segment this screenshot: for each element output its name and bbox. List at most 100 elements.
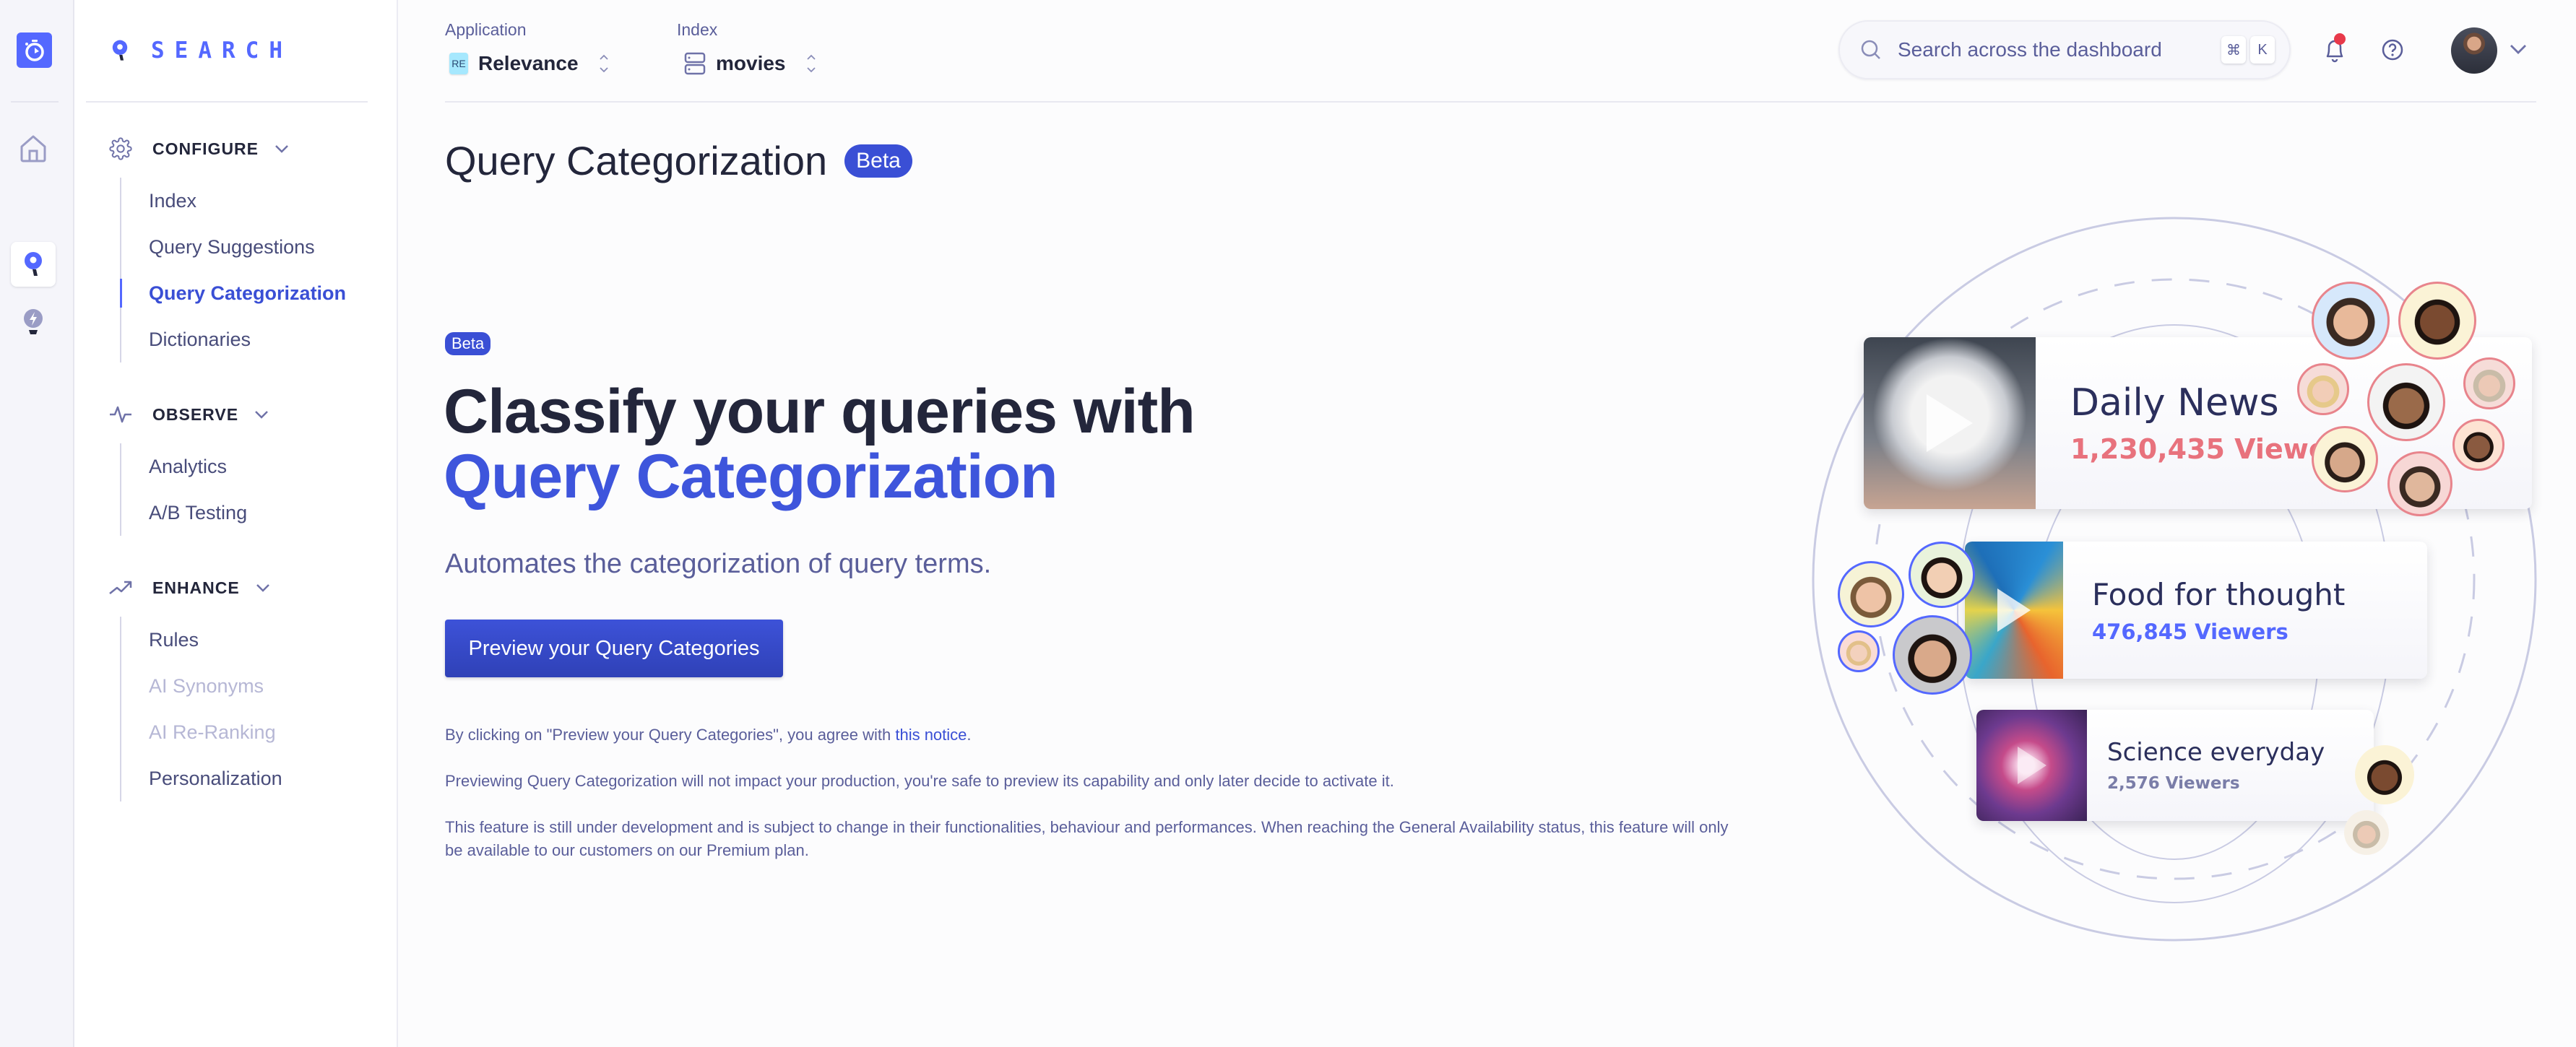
viewer-avatar — [2387, 451, 2452, 516]
rail-divider — [11, 101, 59, 103]
notice-suffix: . — [967, 726, 972, 744]
daily-news-thumbnail — [1864, 337, 2036, 509]
hero-heading-line1: Classify your queries with — [444, 377, 1196, 446]
section-title: CONFIGURE — [152, 139, 259, 158]
viewer-avatar — [2312, 282, 2390, 360]
chevron-down-icon — [256, 584, 269, 592]
hero-heading: Classify your queries with Query Categor… — [444, 377, 1196, 511]
search-placeholder: Search across the dashboard — [1898, 38, 2162, 61]
chevron-down-icon — [275, 145, 288, 153]
play-icon — [1997, 588, 2031, 632]
brand-logo[interactable]: SEARCH — [111, 38, 293, 64]
illustration: Daily News 1,230,435 Viewers Food for th… — [1806, 209, 2576, 953]
index-select[interactable]: movies — [684, 48, 816, 79]
viewer-avatar — [1893, 615, 1972, 695]
help-button[interactable] — [2381, 38, 2404, 61]
viewer-avatar — [2297, 363, 2349, 415]
video-card-science-everyday: Science everyday 2,576 Viewers — [1976, 710, 2374, 821]
hero-beta-badge: Beta — [445, 332, 491, 355]
header-divider — [445, 101, 2536, 103]
sidebar-item-analytics[interactable]: Analytics — [149, 443, 269, 490]
video-card-food-for-thought: Food for thought 476,845 Viewers — [1965, 542, 2427, 679]
dashboard-search[interactable]: Search across the dashboard ⌘ K — [1838, 20, 2291, 79]
sidebar-item-ab-testing[interactable]: A/B Testing — [149, 490, 269, 536]
sidebar-item-query-categorization[interactable]: Query Categorization — [119, 270, 346, 316]
app-rail — [0, 0, 74, 1047]
account-chevron-down-icon[interactable] — [2510, 43, 2527, 55]
sort-chevrons-icon — [599, 54, 608, 73]
hero-heading-line2: Query Categorization — [444, 442, 1058, 511]
notice-prefix: By clicking on "Preview your Query Categ… — [445, 726, 896, 744]
play-icon — [2017, 747, 2046, 784]
search-icon — [1861, 40, 1880, 59]
rail-item-recommend[interactable] — [11, 300, 56, 344]
hero-subtitle: Automates the categorization of query te… — [445, 549, 992, 579]
notifications-button[interactable] — [2323, 33, 2346, 65]
sidebar-item-personalization[interactable]: Personalization — [149, 755, 282, 801]
viewer-avatar — [2344, 810, 2389, 855]
section-enhance-toggle[interactable]: ENHANCE — [109, 573, 282, 602]
pulse-icon — [110, 406, 131, 423]
viewer-avatar — [2398, 282, 2476, 360]
application-value: Relevance — [478, 52, 579, 74]
viewer-avatar — [2463, 357, 2515, 409]
page-title: Query Categorization — [445, 138, 828, 183]
viewer-avatar — [2312, 426, 2378, 492]
card-title: Science everyday — [2107, 738, 2325, 767]
section-title: OBSERVE — [152, 404, 239, 424]
help-icon — [2382, 39, 2403, 61]
section-enhance: ENHANCE Rules AI Synonyms AI Re-Ranking … — [109, 573, 282, 801]
database-icon — [684, 52, 706, 75]
development-note: This feature is still under development … — [445, 818, 1729, 859]
card-viewers: 2,576 Viewers — [2107, 774, 2240, 793]
notice-text: By clicking on "Preview your Query Categ… — [445, 724, 1745, 747]
application-select[interactable]: RE Relevance — [449, 48, 609, 79]
chevron-down-icon — [255, 411, 268, 419]
section-configure-toggle[interactable]: CONFIGURE — [109, 134, 346, 163]
notice-link[interactable]: this notice — [895, 726, 967, 744]
user-avatar[interactable] — [2451, 27, 2497, 74]
sort-chevrons-icon — [806, 54, 816, 73]
food-thumbnail — [1965, 542, 2063, 679]
search-pin-icon — [112, 40, 128, 61]
rail-item-home[interactable] — [11, 126, 56, 171]
preview-query-categories-button[interactable]: Preview your Query Categories — [445, 620, 783, 677]
viewer-avatar — [1838, 561, 1904, 627]
shortcut-key-k: K — [2250, 36, 2275, 64]
page-title-row: Query Categorization Beta — [445, 137, 912, 184]
sidebar-item-dictionaries[interactable]: Dictionaries — [149, 316, 346, 362]
viewer-avatar — [2355, 745, 2414, 804]
rail-item-search[interactable] — [11, 242, 56, 287]
shortcut-key-cmd: ⌘ — [2221, 36, 2246, 64]
sidebar-item-query-suggestions[interactable]: Query Suggestions — [149, 224, 346, 270]
viewer-avatar — [1909, 542, 1975, 608]
index-value: movies — [716, 52, 786, 74]
sidebar-item-index[interactable]: Index — [149, 178, 346, 224]
viewer-avatar — [1838, 630, 1880, 672]
beta-badge: Beta — [844, 144, 912, 178]
science-thumbnail — [1976, 710, 2087, 821]
viewer-avatar — [2452, 419, 2504, 471]
application-label: Application — [445, 20, 527, 39]
sidebar-item-ai-synonyms[interactable]: AI Synonyms — [149, 663, 282, 709]
card-title: Food for thought — [2092, 576, 2346, 612]
section-observe: OBSERVE Analytics A/B Testing — [109, 400, 269, 536]
brand-name: SEARCH — [151, 38, 293, 64]
application-badge: RE — [449, 53, 468, 74]
sidebar-divider — [86, 101, 368, 103]
card-viewers: 476,845 Viewers — [2092, 619, 2288, 644]
sidebar-item-rules[interactable]: Rules — [149, 617, 282, 663]
section-configure: CONFIGURE Index Query Suggestions Query … — [109, 134, 346, 362]
lightbulb-bolt-icon — [24, 309, 43, 334]
section-observe-toggle[interactable]: OBSERVE — [109, 400, 269, 429]
viewer-avatar — [2367, 363, 2445, 441]
search-pin-icon — [25, 252, 42, 276]
app-logo[interactable] — [17, 32, 52, 68]
home-icon — [20, 135, 46, 162]
index-label: Index — [677, 20, 718, 39]
preview-note: Previewing Query Categorization will not… — [445, 772, 1394, 790]
play-icon — [1927, 394, 1973, 452]
trending-up-icon — [109, 581, 132, 594]
notification-dot — [2334, 33, 2346, 45]
sidebar-item-ai-re-ranking[interactable]: AI Re-Ranking — [149, 709, 282, 755]
